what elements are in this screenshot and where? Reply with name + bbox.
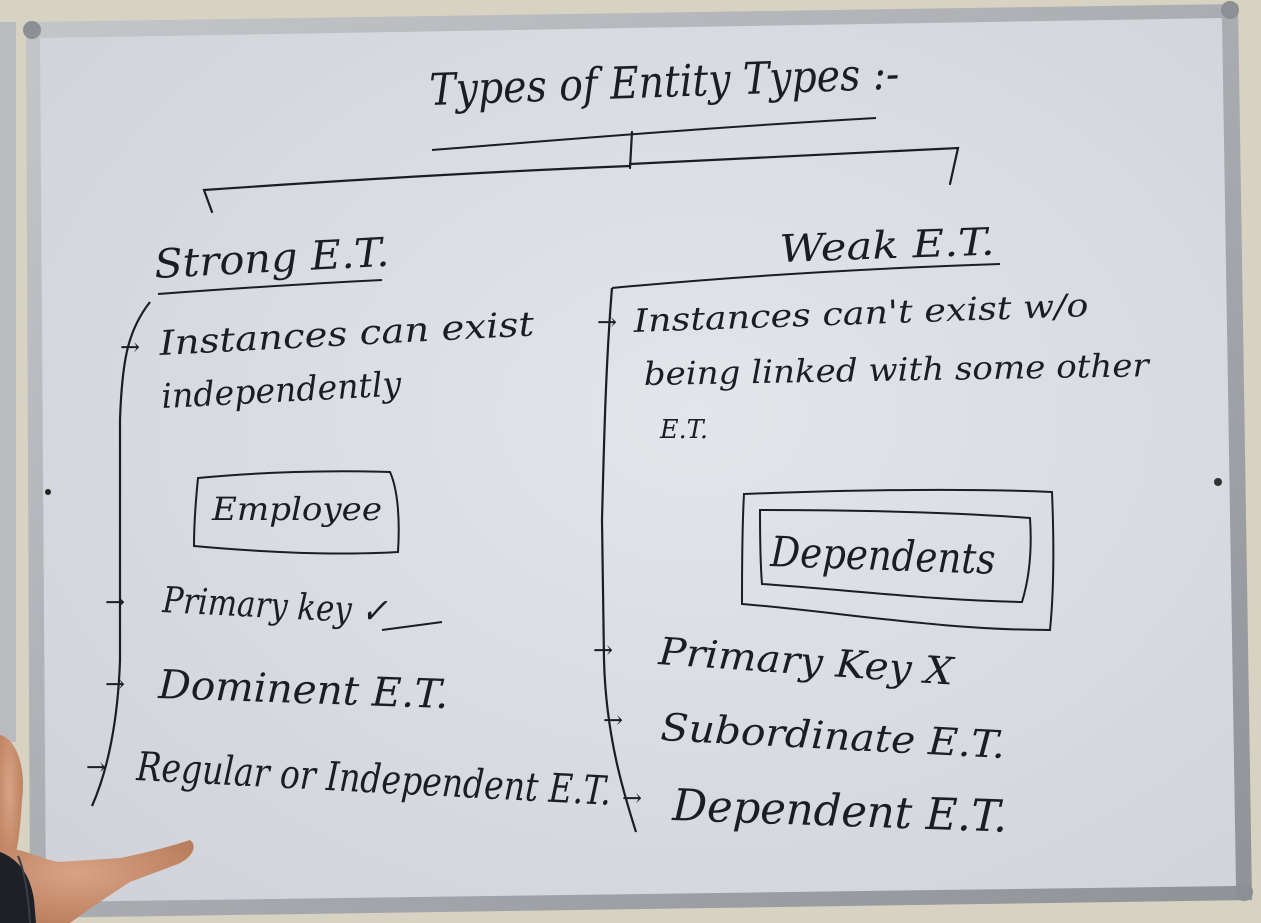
bullet-arrow: → — [622, 784, 642, 812]
weak-entity-heading: Weak E.T. — [779, 220, 995, 271]
bullet-arrow: → — [86, 753, 106, 781]
dependents-entity-label: Dependents — [769, 527, 996, 584]
bullet-arrow: → — [593, 636, 613, 664]
frame-corner — [1235, 883, 1253, 901]
adjacent-board-edge — [0, 22, 16, 742]
weak-point-line-3: E.T. — [659, 415, 708, 445]
employee-entity-label: Employee — [211, 490, 382, 528]
bullet-arrow: → — [603, 706, 623, 734]
bullet-arrow: → — [105, 670, 125, 698]
bullet-arrow: → — [120, 333, 140, 361]
board-mark — [45, 489, 51, 495]
whiteboard-scene: Types of Entity Types :- Strong E.T. → I… — [0, 0, 1261, 923]
board-mark — [1214, 478, 1222, 486]
bullet-arrow: → — [105, 588, 125, 616]
bullet-arrow: → — [597, 308, 617, 336]
frame-corner — [1221, 1, 1239, 19]
frame-corner — [23, 21, 41, 39]
